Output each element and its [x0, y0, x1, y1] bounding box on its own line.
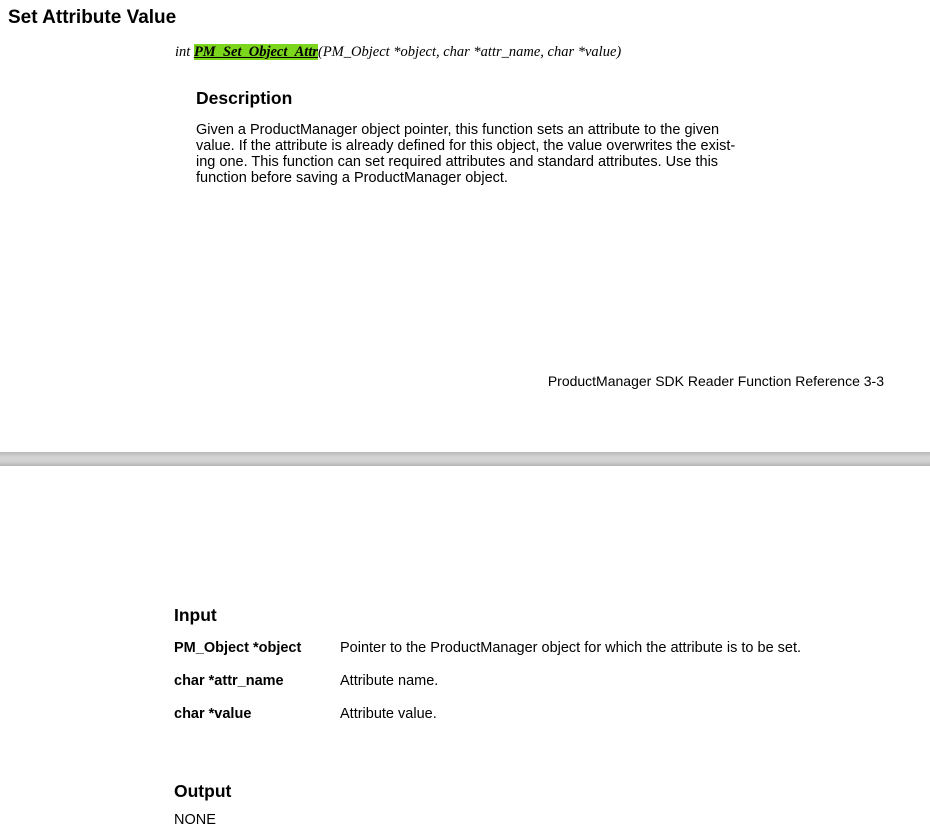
- function-signature: int PM_Set_Object_Attr(PM_Object *object…: [175, 42, 621, 62]
- return-type: int: [175, 44, 194, 60]
- parameter-row: PM_Object *object Pointer to the Product…: [174, 640, 874, 656]
- parameter-list: PM_Object *object Pointer to the Product…: [174, 640, 874, 739]
- function-params: (PM_Object *object, char *attr_name, cha…: [318, 44, 622, 60]
- section-title: Set Attribute Value: [8, 7, 177, 28]
- page-bottom: Input PM_Object *object Pointer to the P…: [0, 466, 930, 834]
- parameter-row: char *value Attribute value.: [174, 706, 874, 722]
- page-separator: [0, 452, 930, 466]
- description-body: Given a ProductManager object pointer, t…: [196, 122, 736, 186]
- output-value: NONE: [174, 812, 216, 828]
- parameter-description: Attribute name.: [340, 673, 439, 689]
- page-footer: ProductManager SDK Reader Function Refer…: [547, 373, 884, 389]
- parameter-name: PM_Object *object: [174, 640, 302, 656]
- parameter-description: Attribute value.: [340, 706, 437, 722]
- parameter-row: char *attr_name Attribute name.: [174, 673, 874, 689]
- function-name-highlight: PM_Set_Object_Attr: [193, 44, 318, 60]
- description-heading: Description: [196, 88, 293, 108]
- page-top: Set Attribute Value int PM_Set_Object_At…: [0, 0, 930, 452]
- parameter-name: char *value: [174, 706, 252, 722]
- parameter-name: char *attr_name: [174, 673, 284, 689]
- input-heading: Input: [174, 605, 217, 625]
- output-heading: Output: [174, 781, 232, 801]
- parameter-description: Pointer to the ProductManager object for…: [340, 640, 802, 656]
